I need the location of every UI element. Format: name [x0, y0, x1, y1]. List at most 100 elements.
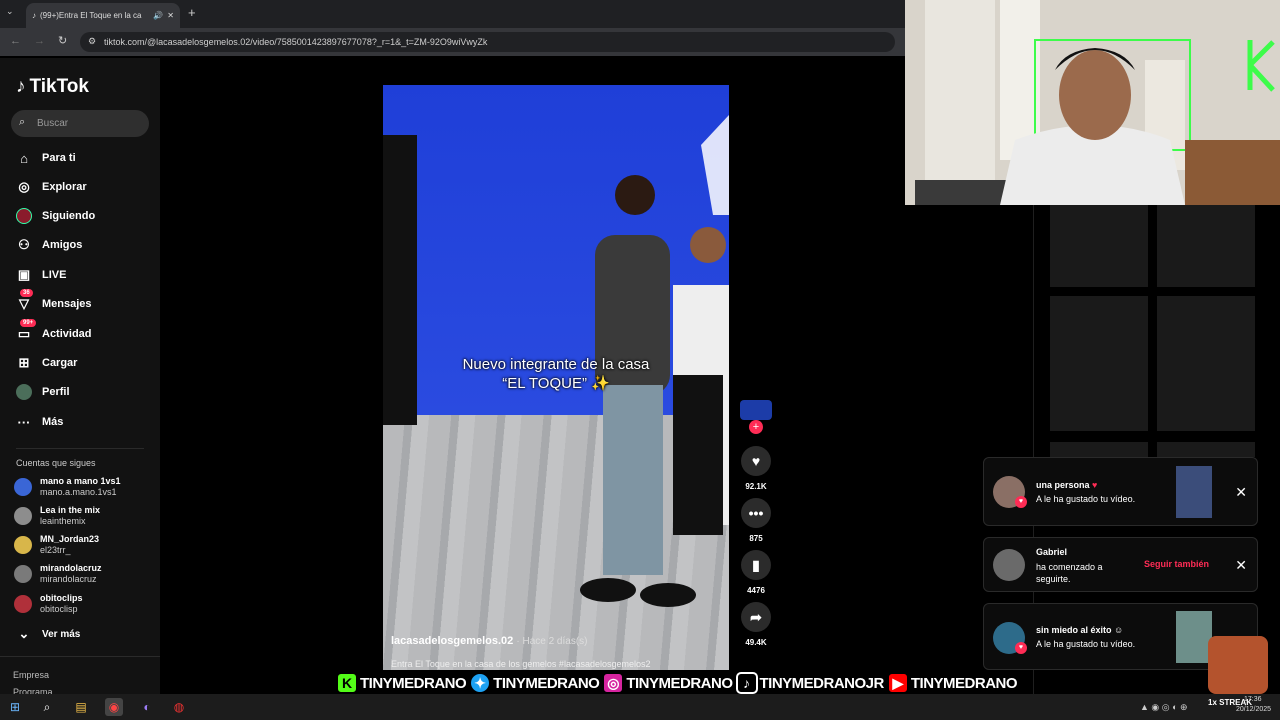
heart-icon: ♥: [741, 446, 771, 476]
notification-thumbnail[interactable]: [1176, 611, 1212, 663]
video-caption-overlay: Nuevo integrante de la casa “EL TOQUE” ✨: [383, 355, 729, 393]
account-handle: el23trr_: [40, 545, 71, 555]
nav-label: Siguiendo: [42, 210, 96, 222]
activity-badge: 99+: [20, 319, 37, 327]
see-more-label: Ver más: [42, 628, 81, 640]
comment-count: 875: [749, 534, 763, 543]
friends-icon: ⚇: [18, 237, 30, 252]
share-count: 49.4K: [745, 638, 767, 647]
notification-like[interactable]: ♥ una persona ♥ A le ha gustado tu vídeo…: [983, 457, 1258, 526]
system-tray-icons[interactable]: ▲ ◉ ◎ ◐ ⊕: [1140, 702, 1188, 713]
footer-link-empresa[interactable]: Empresa: [13, 670, 49, 680]
share-button[interactable]: ➦ 49.4K: [740, 602, 772, 647]
tab-close-icon[interactable]: ✕: [167, 11, 174, 20]
video-thumbnail-tile[interactable]: [1157, 296, 1255, 431]
twitter-icon: ✦: [469, 672, 492, 694]
obs-icon[interactable]: ◍: [170, 698, 188, 716]
share-icon: ➦: [741, 602, 771, 632]
new-tab-button[interactable]: +: [188, 5, 196, 20]
app-icon[interactable]: ◐: [138, 698, 156, 716]
notification-sender: una persona: [1036, 480, 1090, 490]
account-handle: mirandolacruz: [40, 574, 97, 584]
followed-account[interactable]: obitoclips obitoclisp: [14, 591, 154, 617]
speaker-icon[interactable]: 🔊: [153, 11, 163, 20]
nav-item-live[interactable]: ▣ LIVE: [16, 263, 156, 287]
nav-label: Actividad: [42, 328, 92, 340]
heart-badge-icon: ♥: [1015, 496, 1027, 508]
nav-item-explorar[interactable]: ◎ Explorar: [16, 175, 156, 199]
url-field[interactable]: ⚙ tiktok.com/@lacasadelosgemelos.02/vide…: [80, 32, 895, 52]
notification-body: A le ha gustado tu vídeo.: [1036, 639, 1136, 649]
following-icon: [16, 208, 32, 224]
address-bar-row: ← → ↻ ⚙ tiktok.com/@lacasadelosgemelos.0…: [0, 28, 905, 56]
follow-back-button[interactable]: Seguir también: [1144, 559, 1209, 569]
notification-follow[interactable]: Gabriel ha comenzado a seguirte. Seguir …: [983, 537, 1258, 592]
activity-icon: ▭ 99+: [16, 319, 37, 342]
nav-item-mas[interactable]: ··· Más: [16, 410, 156, 434]
social-kick: K TINYMEDRANO: [336, 672, 467, 694]
nav-item-mensajes[interactable]: ▽ 36 Mensajes: [16, 289, 156, 316]
see-more-button[interactable]: ⌄ Ver más: [16, 622, 156, 646]
nav-item-amigos[interactable]: ⚇ Amigos: [16, 233, 156, 257]
search-input[interactable]: ⌕ Buscar: [11, 110, 149, 137]
live-icon: ▣: [17, 267, 31, 282]
video-player[interactable]: Nuevo integrante de la casa “EL TOQUE” ✨…: [383, 85, 729, 670]
nav-label: Explorar: [42, 181, 87, 193]
notification-thumbnail[interactable]: [1176, 466, 1212, 518]
video-thumbnail-tile[interactable]: [1050, 205, 1148, 287]
logo-text: TikTok: [29, 76, 89, 97]
nav-label: Cargar: [42, 357, 78, 369]
instagram-icon: ◎: [602, 672, 625, 694]
footer-link-programa[interactable]: Programa: [13, 687, 53, 694]
video-thumbnail-tile[interactable]: [1050, 296, 1148, 431]
nav-item-actividad[interactable]: ▭ 99+ Actividad: [16, 319, 156, 346]
like-count: 92.1K: [745, 482, 767, 491]
close-icon[interactable]: ✕: [1235, 484, 1247, 501]
nav-item-siguiendo[interactable]: Siguiendo: [16, 204, 156, 228]
social-handle: TINYMEDRANO: [359, 674, 467, 693]
like-button[interactable]: ♥ 92.1K: [740, 446, 772, 491]
file-explorer-icon[interactable]: ▤: [72, 698, 90, 716]
followed-account[interactable]: Lea in the mix leainthemix: [14, 503, 154, 529]
forward-icon[interactable]: →: [34, 35, 45, 47]
follow-plus-icon[interactable]: +: [749, 420, 763, 434]
notification-body: ha comenzado a seguirte.: [1036, 562, 1103, 584]
search-icon[interactable]: ⌕: [38, 698, 56, 716]
nav-item-cargar[interactable]: ⊞ Cargar: [16, 351, 156, 375]
avatar: [14, 595, 32, 613]
nav-item-perfil[interactable]: Perfil: [16, 380, 156, 404]
followed-account[interactable]: mirandolacruz mirandolacruz: [14, 561, 154, 587]
heart-badge-icon: ♥: [1015, 642, 1027, 654]
home-icon: ⌂: [20, 150, 28, 166]
emoji-icon: ☺: [1114, 625, 1124, 635]
windows-start-icon[interactable]: ⊞: [6, 698, 24, 716]
site-info-icon[interactable]: ⚙: [88, 36, 96, 47]
video-thumbnail-tile[interactable]: [1050, 442, 1148, 457]
back-icon[interactable]: ←: [10, 35, 21, 47]
tab-search-icon[interactable]: ⌄: [6, 6, 20, 20]
profile-icon: [16, 384, 32, 400]
creator-avatar[interactable]: [740, 400, 772, 420]
chrome-icon[interactable]: ◉: [105, 698, 123, 716]
browser-tab[interactable]: ♪ (99+)Entra El Toque en la ca 🔊 ✕: [26, 3, 180, 28]
kick-icon: K: [336, 672, 358, 694]
followed-account[interactable]: mano a mano 1vs1 mano.a.mano.1vs1: [14, 474, 154, 500]
video-thumbnail-tile[interactable]: [1157, 205, 1255, 287]
save-button[interactable]: ▮ 4476: [740, 550, 772, 595]
tiktok-logo[interactable]: ♪ TikTok: [16, 76, 89, 98]
comment-button[interactable]: ••• 875: [740, 498, 772, 543]
clock-time: 17:36: [1244, 696, 1262, 703]
notification-body: A le ha gustado tu vídeo.: [1036, 494, 1136, 504]
video-thumbnail-tile[interactable]: [1157, 442, 1255, 457]
notification-title: una persona ♥: [1036, 480, 1097, 490]
followed-account[interactable]: MN_Jordan23 el23trr_: [14, 532, 154, 558]
account-handle: obitoclisp: [40, 604, 78, 614]
video-author[interactable]: lacasadelosgemelos.02: [391, 635, 513, 647]
windows-taskbar: ⊞ ⌕ ▤ ◉ ◐ ◍ ▲ ◉ ◎ ◐ ⊕ 1x STREAK 17:36 20…: [0, 694, 1280, 720]
reload-icon[interactable]: ↻: [58, 34, 67, 47]
social-twitter: ✦ TINYMEDRANO: [469, 672, 601, 694]
social-handle: TINYMEDRANO: [626, 674, 734, 693]
nav-item-para-ti[interactable]: ⌂ Para ti: [16, 146, 156, 170]
social-instagram: ◎ TINYMEDRANO: [602, 672, 734, 694]
close-icon[interactable]: ✕: [1235, 557, 1247, 574]
